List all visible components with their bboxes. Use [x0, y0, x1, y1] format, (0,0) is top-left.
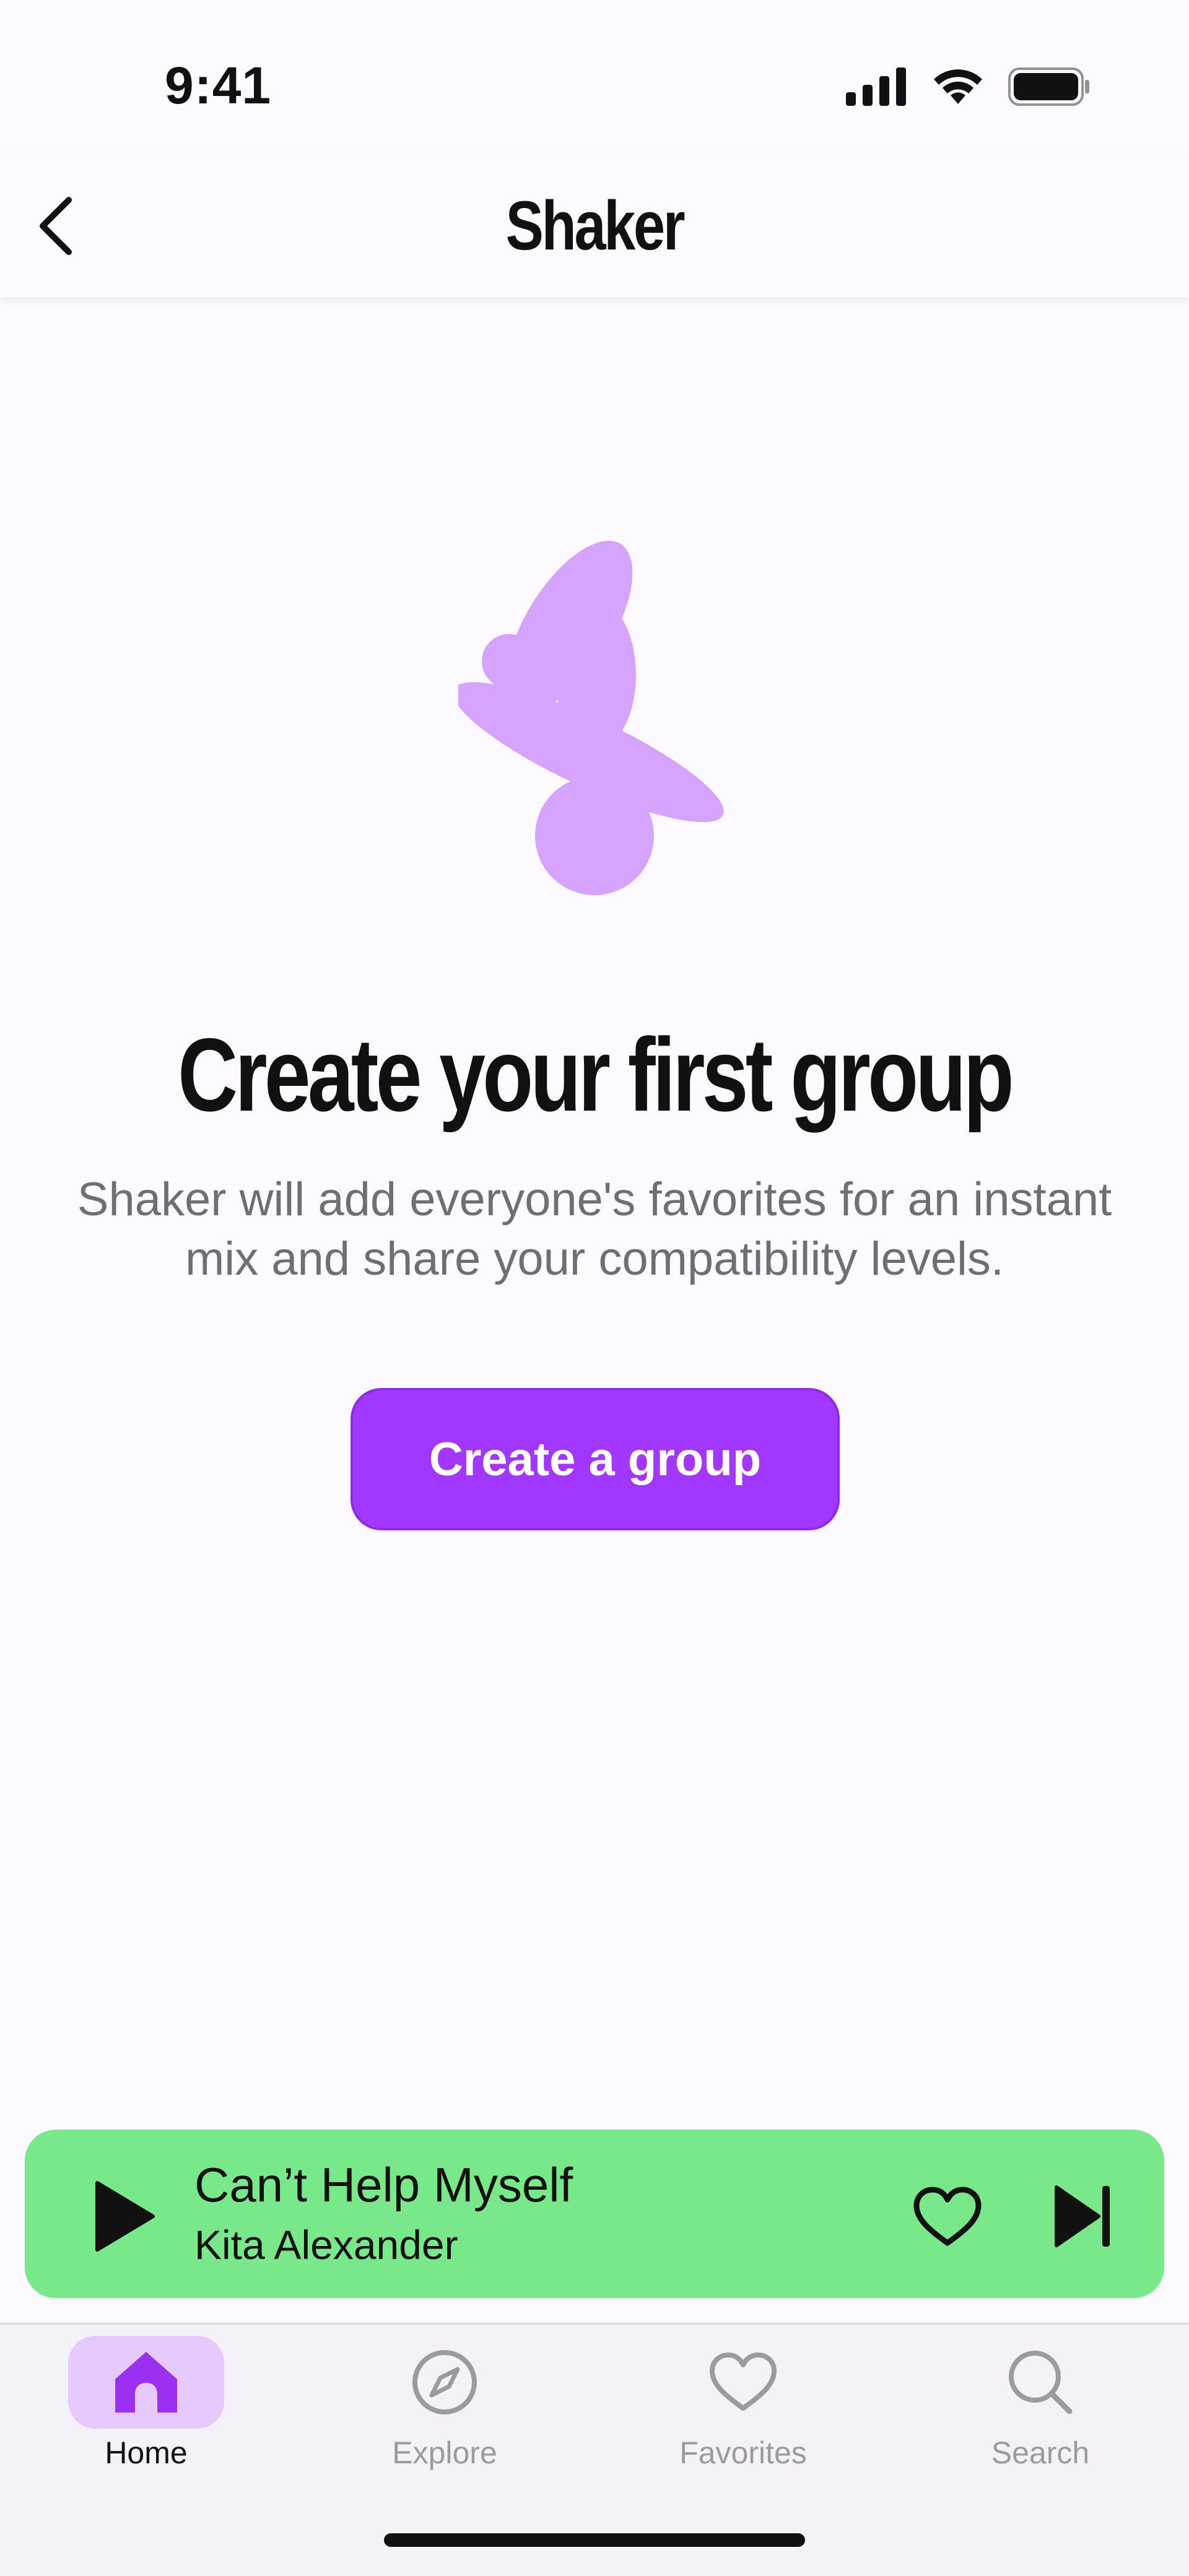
- tab-search[interactable]: Search: [917, 2336, 1164, 2484]
- groups-illustration: [458, 540, 724, 895]
- empty-state-headline: Create your first group: [178, 1017, 1014, 1133]
- tab-explore[interactable]: Explore: [321, 2336, 568, 2484]
- empty-state-description: Shaker will add everyone's favorites for…: [77, 1173, 1112, 1285]
- tab-home[interactable]: Home: [22, 2336, 270, 2484]
- signal-icon: [846, 67, 906, 106]
- play-button[interactable]: [74, 2173, 173, 2260]
- home-icon: [115, 2352, 177, 2413]
- heart-icon: [710, 2353, 777, 2411]
- page-title: Shaker: [505, 187, 686, 264]
- mini-player[interactable]: Can’t Help Myself Kita Alexander: [25, 2130, 1164, 2298]
- song-title: Can’t Help Myself: [194, 2158, 573, 2212]
- navigation-bar: Shaker: [0, 155, 1189, 297]
- tab-favorites-label: Favorites: [679, 2435, 807, 2470]
- play-icon: [95, 2181, 155, 2252]
- next-track-button[interactable]: [1040, 2173, 1127, 2260]
- create-group-button[interactable]: Create a group: [351, 1388, 840, 1530]
- home-indicator: [384, 2533, 805, 2547]
- compass-icon: [412, 2350, 477, 2414]
- tab-explore-label: Explore: [392, 2435, 497, 2470]
- status-icons: [846, 67, 1090, 106]
- heart-outline-icon: [913, 2187, 982, 2246]
- song-artist: Kita Alexander: [194, 2222, 458, 2268]
- back-button[interactable]: [12, 180, 99, 272]
- create-group-button-label: Create a group: [429, 1433, 762, 1486]
- tab-explore-icon-wrap: [367, 2336, 523, 2429]
- tab-search-icon-wrap: [962, 2336, 1118, 2429]
- battery-icon: [1008, 67, 1089, 106]
- tab-home-label: Home: [105, 2435, 188, 2470]
- chevron-left-icon: [40, 197, 72, 255]
- tab-home-highlight: [68, 2336, 224, 2429]
- wifi-icon: [934, 69, 982, 104]
- favorite-button[interactable]: [904, 2177, 991, 2257]
- tab-favorites[interactable]: Favorites: [619, 2336, 867, 2484]
- tab-search-label: Search: [991, 2435, 1090, 2470]
- search-icon: [1009, 2351, 1073, 2414]
- tab-favorites-icon-wrap: [665, 2336, 821, 2429]
- status-time: 9:41: [165, 56, 272, 115]
- skip-forward-icon: [1055, 2185, 1110, 2247]
